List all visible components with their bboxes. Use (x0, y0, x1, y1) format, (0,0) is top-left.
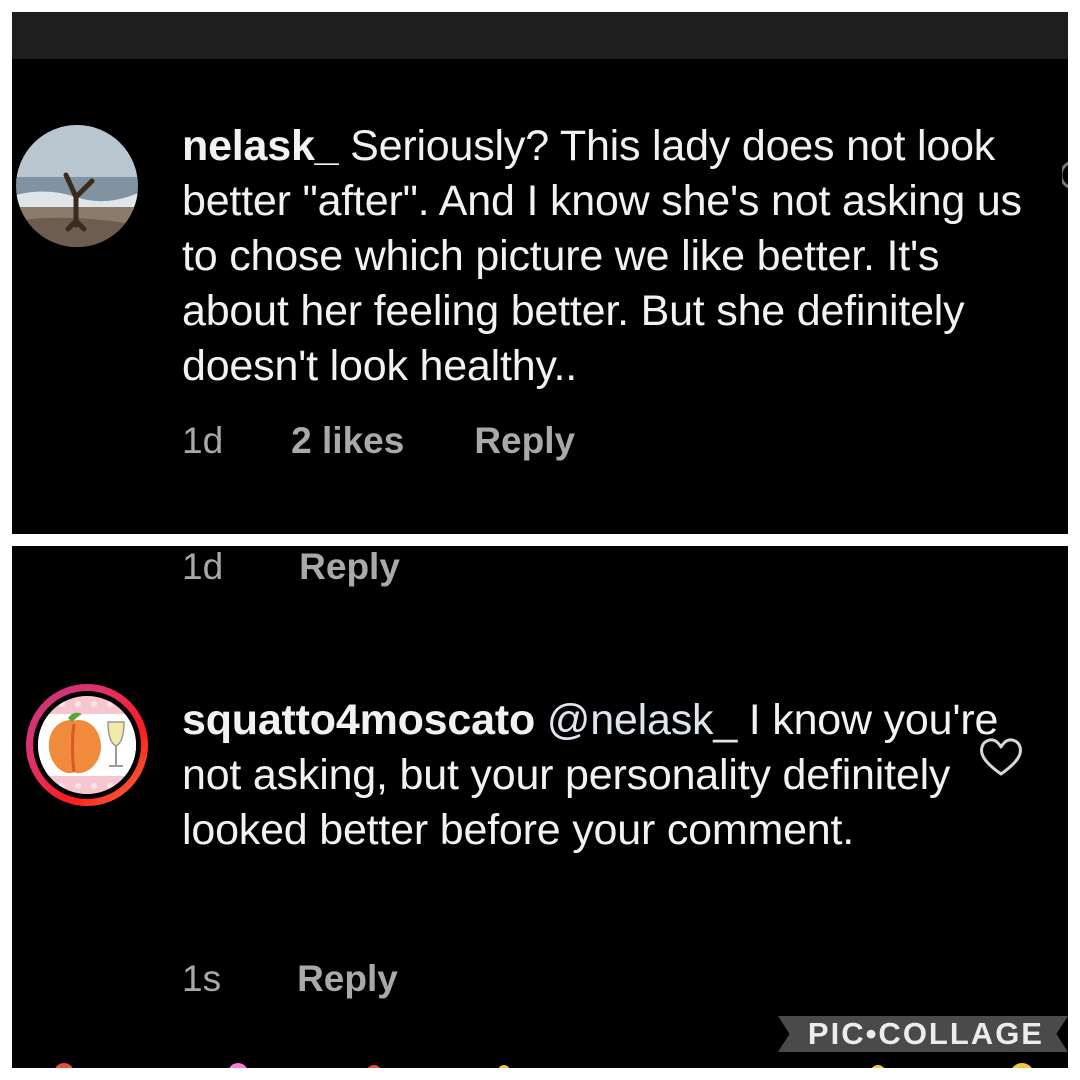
header-strip (12, 12, 1068, 59)
mention-link[interactable]: @nelask_ (547, 696, 737, 744)
reply-button[interactable]: Reply (297, 958, 398, 1000)
avatar-nelask[interactable] (16, 125, 138, 247)
heart-icon[interactable] (978, 736, 1024, 778)
comment-time: 1d (182, 420, 224, 461)
comment-meta: 1s Reply (182, 958, 398, 1000)
reply-button[interactable]: Reply (474, 420, 575, 462)
heart-icon[interactable] (1062, 160, 1068, 190)
reply-button[interactable]: Reply (299, 546, 400, 588)
comment-username[interactable]: squatto4moscato (182, 696, 535, 744)
beach-handstand-avatar (16, 125, 138, 247)
comment-time: 1d (182, 546, 224, 587)
comment-body: squatto4moscato @nelask_ I know you're n… (182, 693, 1032, 858)
emoji-strip (12, 1058, 1068, 1068)
comment-panel-top: nelask_ Seriously? This lady does not lo… (12, 12, 1068, 534)
pic-collage-watermark: PIC•COLLAGE (777, 1016, 1068, 1052)
avatar-photo (38, 696, 136, 794)
likes-count[interactable]: 2 likes (291, 420, 404, 462)
comment-body: nelask_ Seriously? This lady does not lo… (182, 119, 1032, 394)
comment-username[interactable]: nelask_ (182, 122, 339, 170)
avatar-squatto4moscato[interactable] (26, 684, 148, 806)
comment-meta: 1d Reply (182, 546, 400, 588)
comment-panel-bottom: 1d Reply squatto4moscato @nelask_ I know… (12, 546, 1068, 1068)
emoji-strip-graphic (55, 1063, 1032, 1068)
peach-wine-avatar (38, 696, 136, 794)
comment-time: 1s (182, 958, 222, 999)
comment-meta: 1d 2 likes Reply (182, 420, 575, 462)
